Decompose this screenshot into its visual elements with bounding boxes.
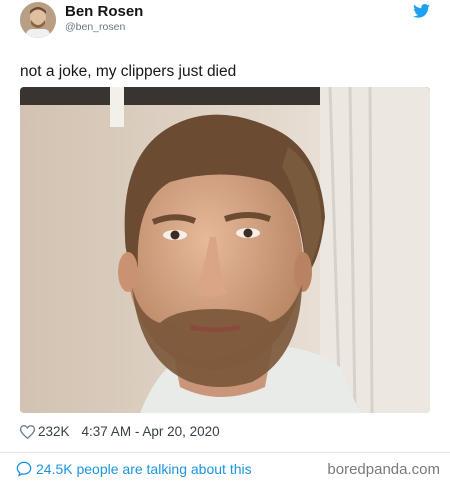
heart-icon[interactable] bbox=[20, 424, 35, 439]
divider bbox=[0, 452, 450, 453]
source-watermark: boredpanda.com bbox=[327, 461, 440, 478]
tweet-timestamp[interactable]: 4:37 AM - Apr 20, 2020 bbox=[82, 424, 220, 439]
twitter-bird-icon[interactable] bbox=[413, 4, 430, 18]
tweet-text: not a joke, my clippers just died bbox=[20, 63, 237, 80]
speech-bubble-icon bbox=[16, 461, 32, 477]
author-avatar[interactable] bbox=[20, 2, 56, 38]
tweet-meta: 232K 4:37 AM - Apr 20, 2020 bbox=[20, 424, 220, 439]
author-name[interactable]: Ben Rosen bbox=[65, 3, 143, 20]
like-count[interactable]: 232K bbox=[38, 424, 70, 439]
author-handle[interactable]: @ben_rosen bbox=[65, 21, 125, 33]
tweet-photo[interactable] bbox=[20, 87, 430, 413]
tweet-card: Ben Rosen @ben_rosen not a joke, my clip… bbox=[0, 0, 450, 487]
conversation-link[interactable]: 24.5K people are talking about this bbox=[16, 461, 252, 477]
selfie-photo-image bbox=[20, 87, 430, 413]
talking-count-text: 24.5K people are talking about this bbox=[36, 461, 252, 477]
